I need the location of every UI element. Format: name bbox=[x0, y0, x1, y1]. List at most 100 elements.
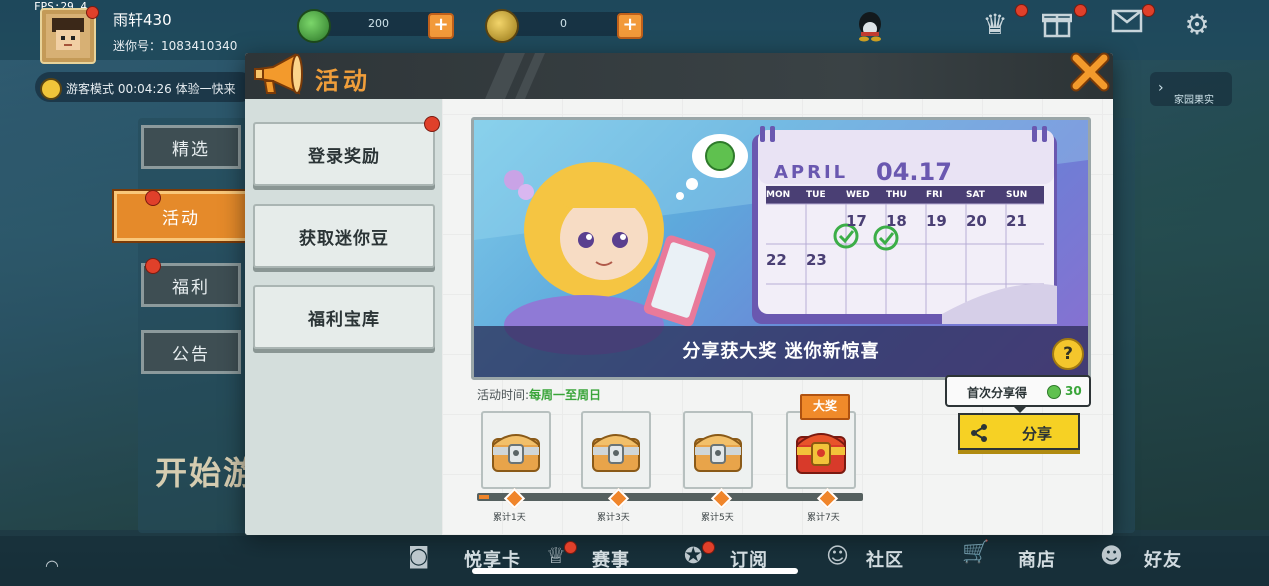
reward-day-label: 累计3天 bbox=[597, 513, 630, 523]
menu-get-mini-bean[interactable]: 获取迷你豆 bbox=[253, 204, 435, 268]
grand-chest-icon bbox=[796, 433, 846, 474]
reward-chest-1[interactable] bbox=[481, 411, 551, 489]
events-badge bbox=[564, 541, 577, 554]
chest-icon bbox=[592, 434, 640, 472]
reward-chest-7[interactable] bbox=[786, 411, 856, 489]
nav-shop[interactable]: 商店 bbox=[1018, 546, 1056, 572]
share-button[interactable]: 分享 bbox=[958, 413, 1080, 450]
reward-chest-5[interactable] bbox=[683, 411, 753, 489]
gift-icon[interactable] bbox=[1040, 8, 1074, 42]
settings-gear-icon[interactable]: ⚙ bbox=[1180, 8, 1214, 42]
guest-mode-scroll: 体验一快来 bbox=[175, 82, 236, 96]
mini-bean-icon bbox=[297, 9, 331, 43]
calendar-day: 23 bbox=[806, 251, 827, 269]
calendar-weekday: TUE bbox=[806, 190, 826, 200]
calendar-day: 22 bbox=[766, 251, 787, 269]
crown-icon[interactable]: ♛ bbox=[978, 8, 1012, 42]
tab-welfare-label: 福利 bbox=[172, 277, 210, 298]
nav-friends[interactable]: 好友 bbox=[1144, 546, 1182, 572]
home-fruit-label: 家园果实 bbox=[1174, 95, 1214, 106]
star-icon: ✪ bbox=[684, 544, 703, 569]
activity-time-label: 活动时间: bbox=[477, 388, 530, 402]
reward-day-label: 累计5天 bbox=[701, 513, 734, 523]
activity-panel: 活动 登录奖励 获取迷你豆 福利宝库 APRIL 04.17 MON TUE W… bbox=[245, 53, 1113, 535]
login-reward-badge bbox=[424, 116, 440, 132]
close-icon[interactable] bbox=[1070, 52, 1110, 92]
qq-icon[interactable] bbox=[853, 10, 887, 44]
banner-caption: 分享获大奖 迷你新惊喜 bbox=[474, 326, 1088, 377]
first-share-label: 首次分享得 bbox=[967, 386, 1028, 400]
user-name: 雨轩430 bbox=[113, 11, 172, 29]
crown-badge bbox=[1015, 4, 1028, 17]
avatar-badge bbox=[86, 6, 99, 19]
calendar-month: APRIL bbox=[774, 162, 849, 183]
mini-bean-value: 200 bbox=[368, 17, 389, 30]
user-id: 迷你号：1083410340 bbox=[113, 39, 238, 53]
tab-activity-label: 活动 bbox=[162, 208, 200, 229]
wifi-icon: ◠ bbox=[45, 556, 59, 575]
activity-time-value: 每周一至周日 bbox=[529, 388, 602, 402]
calendar-weekday: THU bbox=[886, 190, 907, 200]
menu-welfare-vault[interactable]: 福利宝库 bbox=[253, 285, 435, 349]
reward-progress-bar bbox=[477, 493, 863, 501]
panel-title: 活动 bbox=[315, 67, 371, 95]
home-fruit-button[interactable]: › 家园果实 bbox=[1150, 72, 1232, 106]
tab-activity[interactable]: 活动 bbox=[114, 191, 248, 241]
gift-badge bbox=[1074, 4, 1087, 17]
chest-icon bbox=[694, 434, 742, 472]
start-game-text[interactable]: 开始游 bbox=[155, 448, 257, 494]
reward-chest-3[interactable] bbox=[581, 411, 651, 489]
first-share-tooltip: 首次分享得 30 bbox=[945, 375, 1091, 407]
home-indicator[interactable] bbox=[472, 568, 798, 574]
calendar-date: 04.17 bbox=[876, 158, 952, 186]
tab-featured[interactable]: 精选 bbox=[141, 125, 241, 169]
tab-welfare-badge bbox=[145, 258, 161, 274]
calendar-day: 18 bbox=[886, 212, 907, 230]
add-mini-bean-button[interactable]: + bbox=[428, 13, 454, 39]
calendar-day: 21 bbox=[1006, 212, 1027, 230]
card-icon: ◙ bbox=[408, 544, 430, 569]
calendar-weekday: MON bbox=[766, 190, 791, 200]
guest-mode-time: 00:04:26 bbox=[117, 82, 172, 96]
panel-header bbox=[245, 53, 1113, 99]
mail-badge bbox=[1142, 4, 1155, 17]
mini-coin-value: 0 bbox=[560, 17, 567, 30]
guest-mode-label: 游客模式 bbox=[66, 82, 115, 96]
nav-community[interactable]: 社区 bbox=[866, 546, 904, 572]
subscribe-badge bbox=[702, 541, 715, 554]
cart-icon: 🛒 bbox=[962, 540, 990, 565]
tooltip-arrow bbox=[1012, 405, 1028, 413]
add-mini-coin-button[interactable]: + bbox=[617, 13, 643, 39]
tab-notice[interactable]: 公告 bbox=[141, 330, 241, 374]
progress-fill bbox=[479, 495, 489, 499]
help-question-icon[interactable]: ? bbox=[1052, 338, 1084, 370]
friends-icon: ☻ bbox=[1100, 544, 1123, 569]
mail-icon[interactable] bbox=[1110, 8, 1144, 42]
clock-icon bbox=[40, 78, 62, 100]
menu-login-reward[interactable]: 登录奖励 bbox=[253, 122, 435, 186]
activity-banner[interactable]: APRIL 04.17 MON TUE WED THU FRI SAT SUN 17 18 19… bbox=[471, 117, 1091, 380]
calendar-day: 19 bbox=[926, 212, 947, 230]
tab-featured-label: 精选 bbox=[172, 139, 210, 160]
guest-mode-text: 游客模式 00:04:26 体验一快来 bbox=[66, 80, 236, 97]
share-icon bbox=[971, 424, 987, 442]
menu-get-mini-bean-label: 获取迷你豆 bbox=[299, 228, 389, 249]
menu-welfare-vault-label: 福利宝库 bbox=[308, 309, 380, 330]
calendar-weekday: WED bbox=[846, 190, 870, 200]
tab-notice-label: 公告 bbox=[172, 344, 210, 365]
header-stripes bbox=[485, 53, 545, 99]
mini-coin-icon bbox=[485, 9, 519, 43]
calendar-weekday: SUN bbox=[1006, 190, 1028, 200]
reward-day-label: 累计1天 bbox=[493, 513, 526, 523]
calendar-day: 17 bbox=[846, 212, 867, 230]
activity-time: 活动时间:每周一至周日 bbox=[477, 386, 601, 403]
calendar-weekday: SAT bbox=[966, 190, 985, 200]
calendar-weekday: FRI bbox=[926, 190, 943, 200]
menu-login-reward-label: 登录奖励 bbox=[308, 146, 380, 167]
reward-day-label: 累计7天 bbox=[807, 513, 840, 523]
share-button-label: 分享 bbox=[1022, 425, 1053, 443]
grand-prize-tag: 大奖 bbox=[800, 394, 850, 420]
megaphone-icon bbox=[254, 53, 303, 95]
first-share-amount: 30 bbox=[1065, 384, 1082, 398]
bottom-nav bbox=[0, 536, 1269, 586]
